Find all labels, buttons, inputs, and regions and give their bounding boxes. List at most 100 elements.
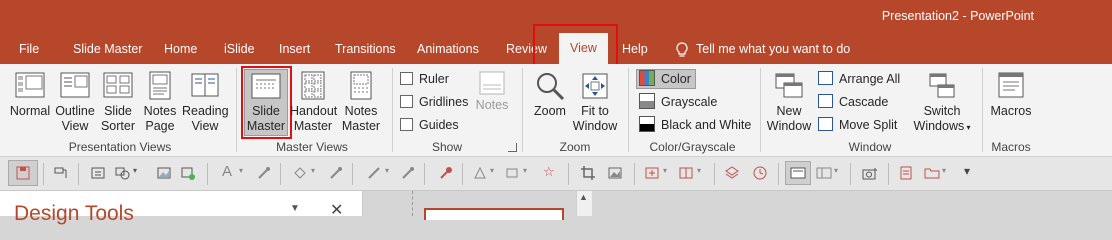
checkbox-box [400,118,413,131]
toolbar-separator [568,163,569,185]
eyedropper-icon[interactable] [328,165,344,181]
notes-master-button[interactable]: Notes Master [338,70,384,134]
arrange-all-button[interactable]: Arrange All [818,70,900,88]
slide-sorter-small-icon[interactable] [816,165,832,181]
new-slide-icon[interactable] [644,165,660,181]
dropdown-arrow-icon[interactable]: ▾ [385,166,389,175]
macros-button[interactable]: Macros [988,70,1034,119]
switch-windows-button[interactable]: Switch Windows ▾ [912,70,972,135]
reading-label-2: View [191,119,219,133]
gridlines-checkbox[interactable]: Gridlines [400,94,468,110]
scroll-up-icon[interactable]: ▲ [579,192,588,202]
normal-view-button[interactable]: Normal [8,70,52,119]
dropdown-arrow-icon[interactable]: ▾ [697,166,701,175]
crop-icon[interactable] [580,165,596,181]
group-label-zoom: Zoom [559,140,591,154]
switch-windows-icon [929,73,955,98]
tab-help[interactable]: Help [622,40,648,58]
switch-label-2: Windows [913,119,965,133]
new-window-button[interactable]: New Window [766,70,812,134]
outline-view-icon [60,72,90,98]
view-tab-highlight [533,24,618,69]
group-label-presentation-views: Presentation Views [68,140,172,154]
notes-page-button[interactable]: Notes Page [140,70,180,134]
dropdown-arrow-icon[interactable]: ▾ [942,166,946,175]
shape-style-icon[interactable] [504,165,520,181]
slide-thumbnail[interactable] [424,208,564,220]
star-icon[interactable]: ☆ [543,164,555,180]
toolbar-separator [714,163,715,185]
shape-fill-icon[interactable] [292,165,308,181]
arrange-all-label: Arrange All [839,72,901,86]
dropdown-arrow-icon[interactable]: ▾ [311,166,315,175]
group-separator [982,68,983,152]
qat-toggle-slot[interactable] [785,161,811,185]
dropdown-arrow-icon[interactable]: ▾ [523,166,527,175]
format-painter-icon[interactable] [53,165,69,181]
outline-view-button[interactable]: Outline View [53,70,97,134]
notes-small-icon[interactable] [898,165,914,181]
shapes-icon[interactable] [114,165,130,181]
reading-view-button[interactable]: Reading View [182,70,229,134]
dropdown-arrow-icon[interactable]: ▾ [490,166,494,175]
shape-outline-icon[interactable] [366,165,382,181]
bw-label: Black and White [661,118,752,132]
grayscale-button[interactable]: Grayscale [639,93,717,111]
pin-icon[interactable] [438,165,454,181]
dropdown-arrow-icon[interactable]: ▾ [133,166,137,175]
fit-to-window-icon [582,73,608,99]
tab-islide[interactable]: iSlide [224,40,255,58]
layers-icon[interactable] [724,165,740,181]
insert-picture-icon[interactable] [180,165,196,181]
eyedropper-icon[interactable] [400,165,416,181]
tell-me-text: Tell me what you want to do [696,42,851,56]
dropdown-arrow-icon[interactable]: ▾ [239,166,243,175]
move-split-button[interactable]: Move Split [818,116,897,134]
pane-options-icon[interactable]: ▼ [290,203,300,214]
fit-to-window-button[interactable]: Fit to Window [572,70,618,134]
layout-icon[interactable] [678,165,694,181]
camera-icon[interactable] [862,165,878,181]
color-button[interactable]: Color [636,69,696,89]
ruler-checkbox[interactable]: Ruler [400,71,449,87]
group-label-master-views: Master Views [276,140,348,154]
slide-sorter-button[interactable]: Slide Sorter [98,70,138,134]
tab-file[interactable]: File [19,40,39,58]
notes-master-icon [350,71,372,100]
lightbulb-icon [676,42,688,57]
shape-effects-icon[interactable] [472,165,488,181]
sorter-label-1: Slide [104,104,132,118]
black-and-white-button[interactable]: Black and White [639,116,751,134]
text-box-icon[interactable] [90,165,106,181]
show-dialog-launcher-icon[interactable] [508,143,517,152]
close-icon[interactable]: ✕ [330,200,343,220]
notes-page-icon [149,71,171,100]
tab-transitions[interactable]: Transitions [335,40,396,58]
eyedropper-icon[interactable] [256,165,272,181]
dropdown-arrow-icon[interactable]: ▾ [663,166,667,175]
tab-animations[interactable]: Animations [417,40,479,58]
checkbox-box [400,72,413,85]
notes-button[interactable]: Notes [472,70,512,113]
zoom-button[interactable]: Zoom [530,70,570,119]
tab-slide-master[interactable]: Slide Master [73,40,142,58]
normal-label: Normal [9,104,51,118]
guides-checkbox[interactable]: Guides [400,117,459,133]
picture-icon[interactable] [156,165,172,181]
customize-toolbar-icon[interactable]: ▾ [964,164,970,178]
color-swatch-icon [639,70,655,86]
tell-me-box[interactable]: Tell me what you want to do [676,40,850,58]
group-separator [236,68,237,152]
tab-home[interactable]: Home [164,40,197,58]
notes-label: Notes [475,98,509,112]
toolbar-separator [888,163,889,185]
qat-selected-slot[interactable] [8,160,38,186]
font-color-icon[interactable]: A [222,163,232,180]
dropdown-arrow-icon[interactable]: ▾ [834,166,838,175]
folder-icon[interactable] [924,165,940,181]
tab-insert[interactable]: Insert [279,40,310,58]
timer-icon[interactable] [752,165,768,181]
cascade-button[interactable]: Cascade [818,93,888,111]
handout-master-button[interactable]: Handout Master [290,70,337,134]
image-icon[interactable] [607,165,623,181]
